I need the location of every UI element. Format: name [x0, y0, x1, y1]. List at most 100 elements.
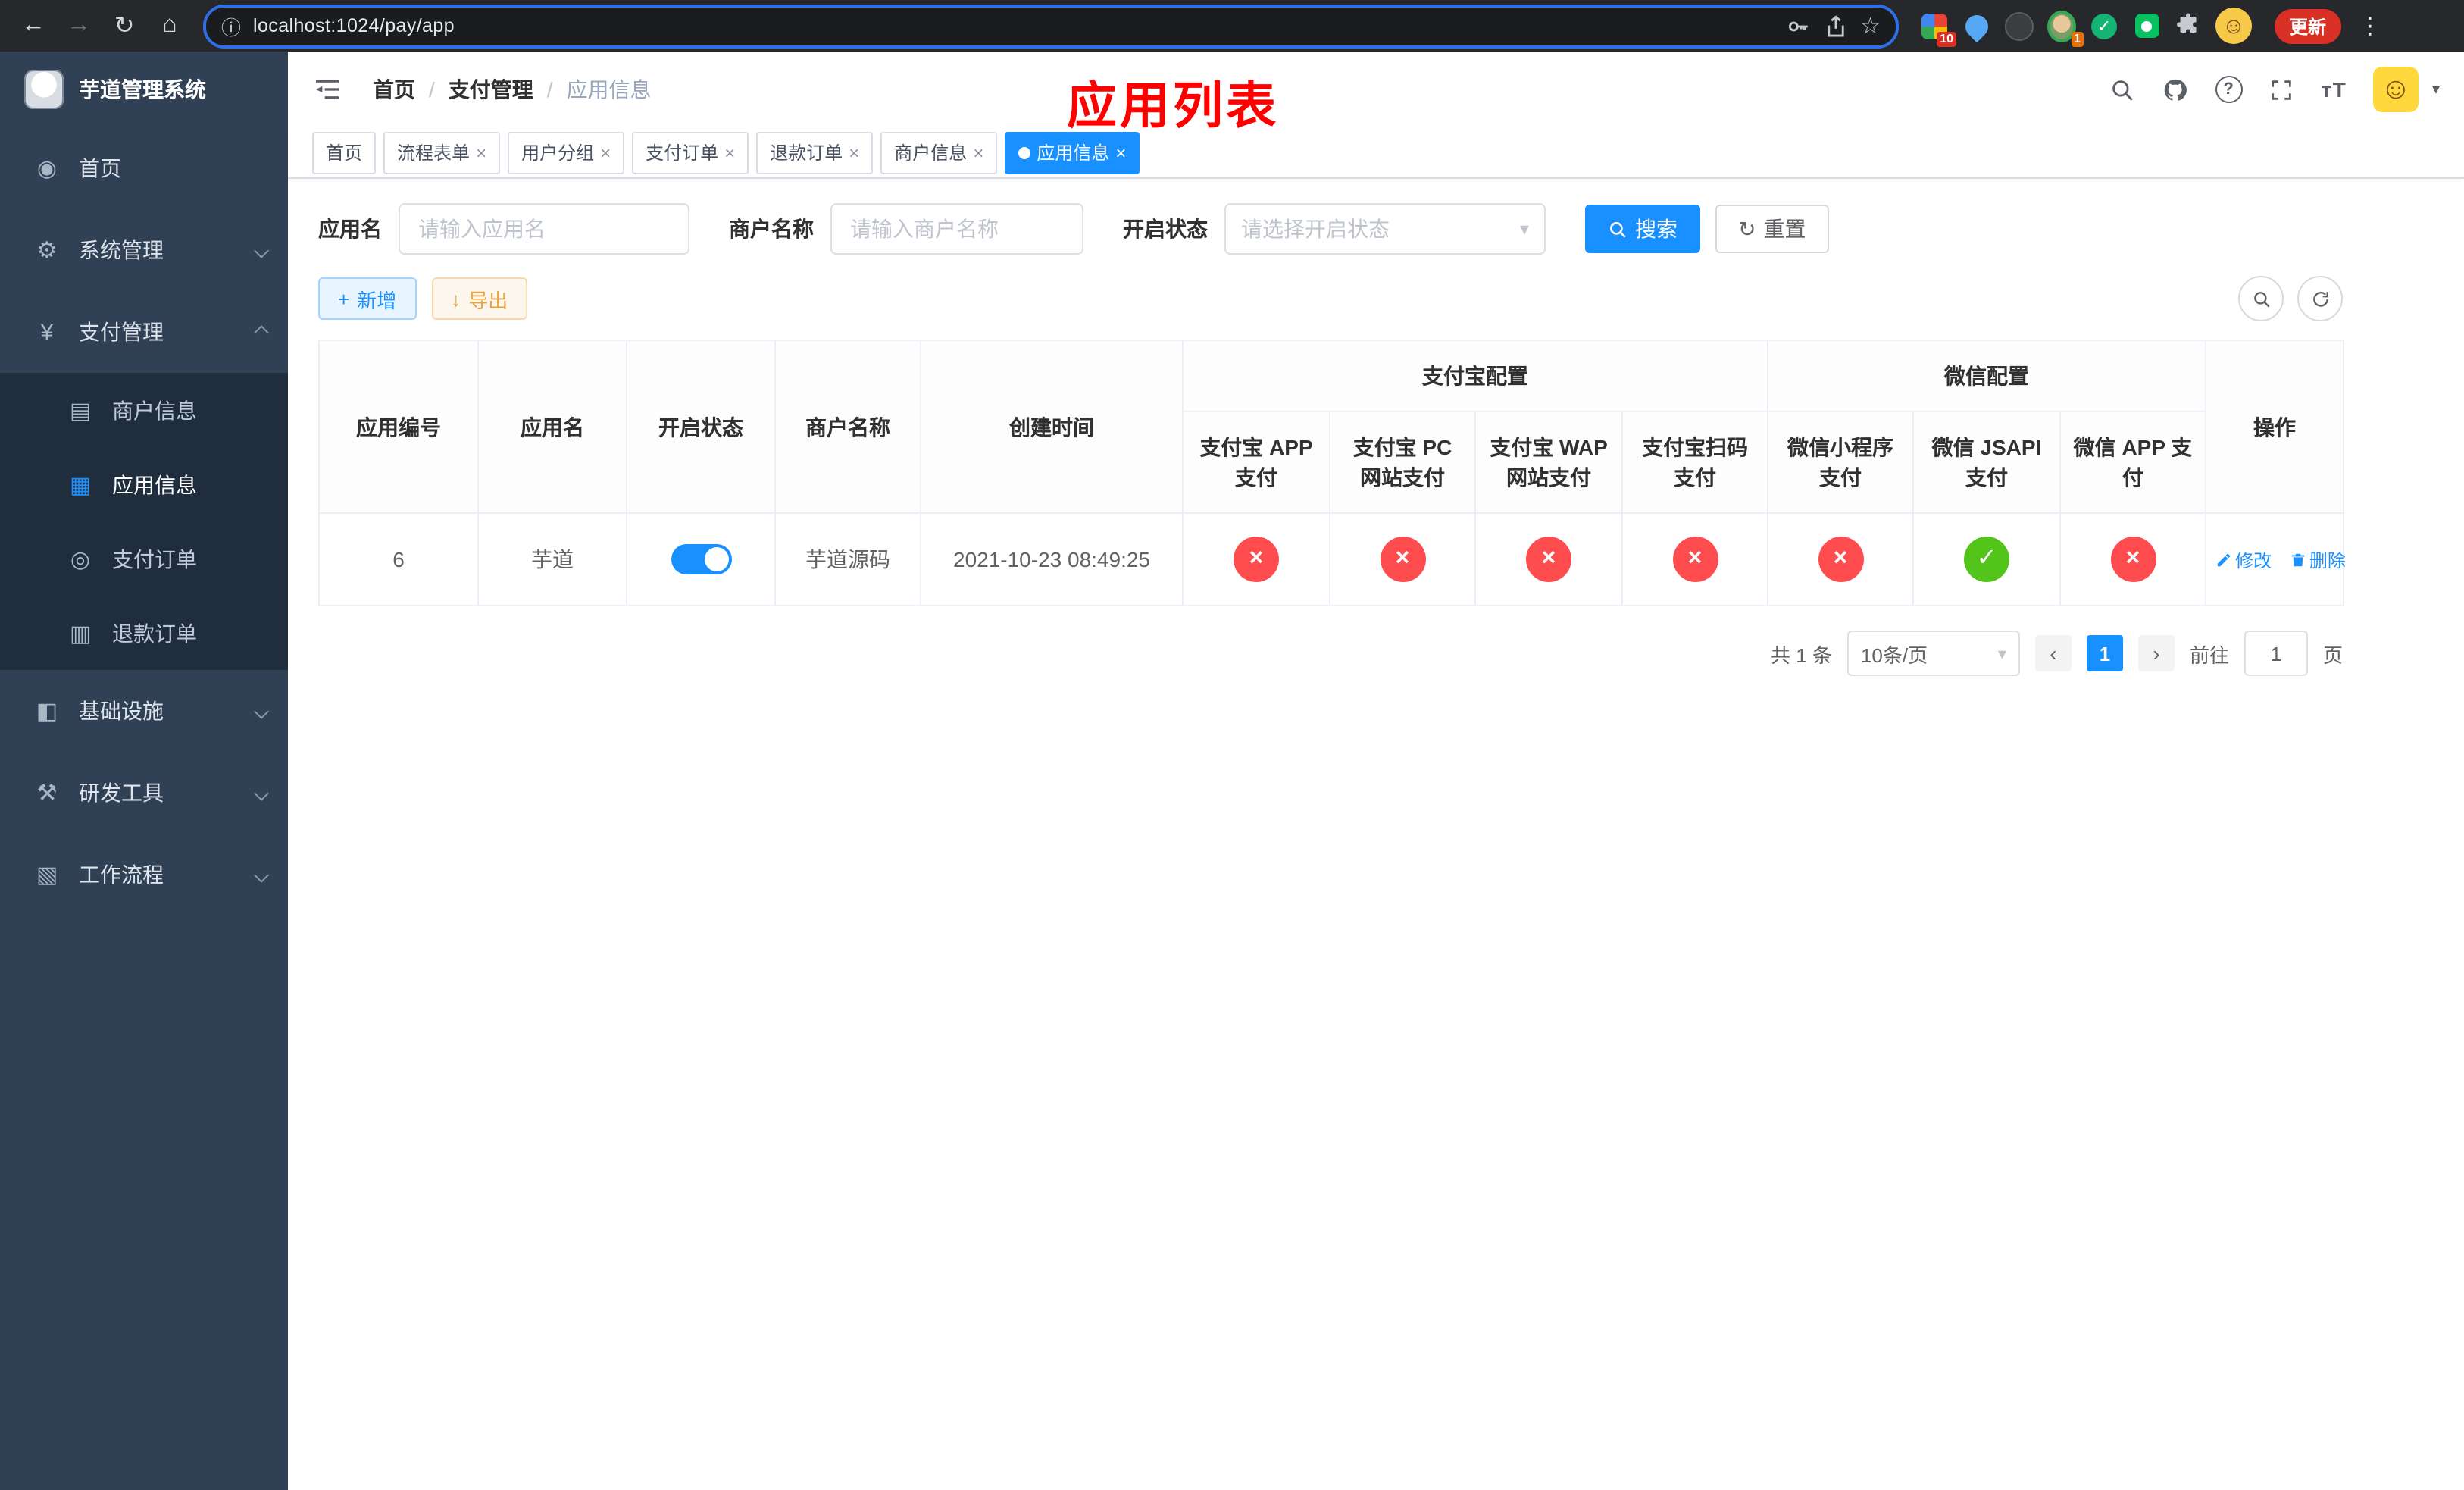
chevron-down-icon — [254, 867, 269, 882]
wx-jsapi-status: ✓ — [1964, 537, 2009, 582]
card-icon: ▤ — [69, 398, 92, 424]
add-button-label: 新增 — [357, 289, 397, 311]
extension-icon-blue-drop[interactable] — [1960, 9, 1993, 42]
sidebar-item-app-info[interactable]: ▦ 应用信息 — [0, 447, 288, 521]
col-merchant: 商户名称 — [774, 340, 921, 514]
browser-update-button[interactable]: 更新 — [2275, 8, 2342, 43]
next-page-button[interactable]: › — [2137, 635, 2175, 671]
sidebar-item-label: 系统管理 — [79, 238, 164, 262]
coin-icon: ◎ — [70, 546, 91, 572]
sidebar-item-system[interactable]: ⚙ 系统管理 — [0, 209, 288, 291]
close-icon[interactable]: × — [724, 142, 735, 163]
cell-wx-jsapi: ✓ — [1912, 512, 2061, 606]
user-avatar[interactable]: ☺ — [2372, 67, 2419, 112]
sidebar-item-refund-orders[interactable]: ▥ 退款订单 — [0, 596, 288, 670]
share-icon[interactable] — [1822, 13, 1848, 39]
current-page[interactable]: 1 — [2086, 635, 2123, 671]
sidebar-item-workflow[interactable]: ▧ 工作流程 — [0, 834, 288, 916]
tab-refund-orders[interactable]: 退款订单 × — [756, 131, 874, 174]
sidebar-fold-icon[interactable] — [312, 74, 342, 105]
yen-icon: ¥ — [40, 319, 54, 345]
col-alipay-qr: 支付宝扫码支付 — [1621, 411, 1768, 514]
home-icon[interactable]: ⌂ — [149, 5, 191, 47]
page-content: 应用名 商户名称 开启状态 请选择开启状态 ▾ — [288, 179, 2464, 1490]
search-button-label: 搜索 — [1635, 217, 1678, 241]
close-icon[interactable]: × — [600, 142, 611, 163]
goto-page-input[interactable] — [2244, 631, 2308, 676]
user-menu-caret-icon[interactable]: ▾ — [2432, 81, 2440, 98]
extension-icon-dark[interactable] — [2005, 11, 2034, 40]
chevron-up-icon — [254, 324, 269, 340]
tab-process-form[interactable]: 流程表单 × — [383, 131, 501, 174]
url-text[interactable]: localhost:1024/pay/app — [253, 15, 455, 36]
font-size-icon[interactable]: тT — [2321, 77, 2347, 102]
status-toggle[interactable] — [671, 544, 731, 574]
extension-icon-colorful[interactable]: 10 — [1920, 11, 1956, 46]
sidebar-item-dev-tools[interactable]: ⚒ 研发工具 — [0, 752, 288, 834]
password-key-icon[interactable] — [1784, 13, 1810, 39]
tab-merchant-info[interactable]: 商户信息 × — [880, 131, 998, 174]
github-icon[interactable] — [2162, 76, 2189, 103]
col-wx-jsapi: 微信 JSAPI 支付 — [1912, 411, 2061, 514]
add-button[interactable]: + 新增 — [318, 277, 417, 320]
browser-menu-icon[interactable]: ⋮ — [2358, 12, 2382, 39]
help-icon[interactable]: ? — [2215, 76, 2243, 103]
sidebar-item-merchant-info[interactable]: ▤ 商户信息 — [0, 373, 288, 447]
sidebar-item-infra[interactable]: ◧ 基础设施 — [0, 670, 288, 752]
extension-icon-avatar[interactable]: 1 — [2047, 10, 2084, 46]
search-button[interactable]: 搜索 — [1585, 205, 1700, 253]
tab-home[interactable]: 首页 — [312, 131, 377, 174]
close-icon[interactable]: × — [849, 142, 859, 163]
breadcrumb-home[interactable]: 首页 — [373, 74, 415, 105]
close-icon[interactable]: × — [1115, 142, 1126, 163]
tab-pay-orders[interactable]: 支付订单 × — [632, 131, 749, 174]
tab-user-group[interactable]: 用户分组 × — [508, 131, 625, 174]
bookmark-star-icon[interactable]: ☆ — [1860, 12, 1881, 39]
sidebar-item-payment[interactable]: ¥ 支付管理 — [0, 291, 288, 373]
col-group-alipay: 支付宝配置 — [1182, 340, 1768, 412]
wx-mini-status: × — [1818, 537, 1863, 582]
toggle-search-button[interactable] — [2238, 276, 2284, 321]
refresh-icon — [2312, 291, 2328, 306]
refresh-button[interactable] — [2297, 276, 2343, 321]
sidebar-item-home[interactable]: ◉ 首页 — [0, 127, 288, 209]
status-select[interactable]: 请选择开启状态 ▾ — [1224, 203, 1546, 255]
address-bar[interactable]: ⓘ localhost:1024/pay/app ☆ — [203, 4, 1899, 48]
extensions-area: 10 1 ✓ ☺ 更新 ⋮ — [1920, 8, 2382, 46]
dark-circle-glyph — [2005, 11, 2034, 40]
search-icon[interactable] — [2109, 76, 2136, 103]
export-button[interactable]: ↓ 导出 — [431, 277, 528, 320]
alipay-qr-status: × — [1672, 537, 1718, 582]
back-icon[interactable]: ← — [12, 5, 55, 47]
app-name-input[interactable] — [399, 203, 689, 255]
delete-link[interactable]: 删除 — [2290, 546, 2346, 572]
site-info-icon[interactable]: ⓘ — [221, 11, 241, 40]
extension-icon-green-square[interactable] — [2132, 11, 2161, 40]
fullscreen-icon[interactable] — [2268, 76, 2295, 103]
extensions-puzzle-icon[interactable] — [2175, 12, 2202, 39]
cell-created: 2021-10-23 08:49:25 — [920, 512, 1184, 606]
merchant-name-input[interactable] — [830, 203, 1083, 255]
page-overlay-title: 应用列表 — [1067, 77, 1279, 133]
close-icon[interactable]: × — [973, 142, 983, 163]
breadcrumb-payment[interactable]: 支付管理 — [449, 74, 533, 105]
reset-button[interactable]: ↻ 重置 — [1715, 205, 1829, 253]
sidebar-item-pay-orders[interactable]: ◎ 支付订单 — [0, 521, 288, 596]
green-square-glyph — [2134, 14, 2159, 38]
alipay-pc-status: × — [1380, 537, 1425, 582]
browser-toolbar: ← → ↻ ⌂ ⓘ localhost:1024/pay/app ☆ 10 1 … — [0, 0, 2464, 52]
extension-icon-green-check[interactable]: ✓ — [2090, 11, 2118, 40]
green-check-glyph: ✓ — [2091, 13, 2117, 39]
edit-link[interactable]: 修改 — [2215, 546, 2272, 572]
alipay-wap-status: × — [1526, 537, 1571, 582]
close-icon[interactable]: × — [476, 142, 486, 163]
reload-icon[interactable]: ↻ — [103, 5, 145, 47]
page-size-select[interactable]: 10条/页 ▾ — [1846, 631, 2020, 676]
browser-profile-avatar[interactable]: ☺ — [2215, 8, 2252, 44]
search-icon — [1610, 221, 1626, 237]
forward-icon[interactable]: → — [58, 5, 100, 47]
col-created: 创建时间 — [920, 340, 1184, 514]
prev-page-button[interactable]: ‹ — [2034, 635, 2072, 671]
cell-app-name: 芋道 — [477, 512, 627, 606]
merchant-name-label: 商户名称 — [729, 217, 814, 241]
